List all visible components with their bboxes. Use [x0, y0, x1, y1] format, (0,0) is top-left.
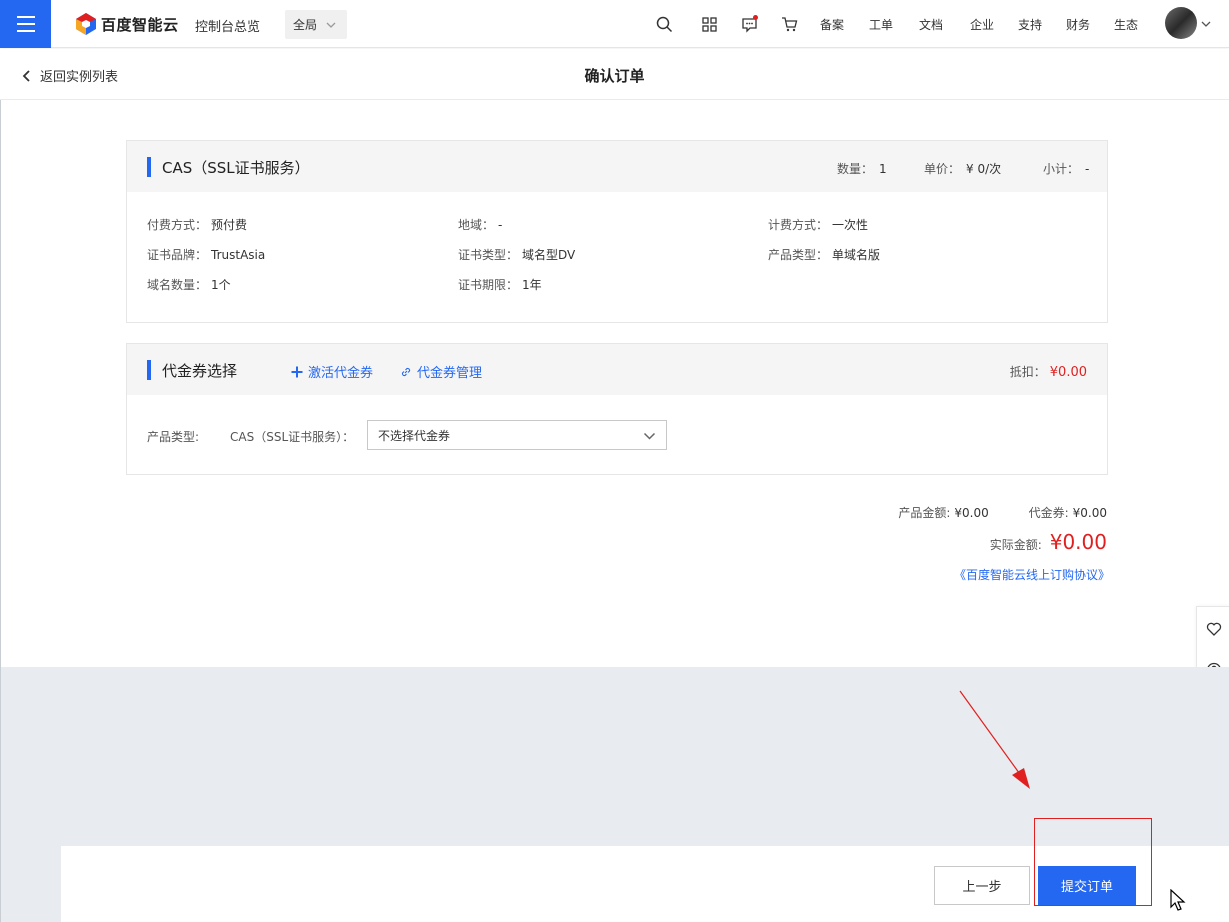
- unit-price-field: 单价： ¥ 0/次: [924, 162, 1002, 176]
- activate-voucher-link[interactable]: 激活代金券: [291, 362, 373, 381]
- hamburger-menu-button[interactable]: [0, 0, 51, 48]
- voucher-select-value: 不选择代金券: [378, 428, 451, 443]
- chevron-down-icon: [643, 432, 656, 440]
- plus-icon: [291, 366, 303, 377]
- brand-logo-icon: [76, 13, 96, 35]
- voucher-select[interactable]: 不选择代金券: [367, 420, 667, 450]
- nav-link-support[interactable]: 支持: [1018, 16, 1042, 33]
- detail-region: 地域： -: [458, 218, 503, 232]
- nav-link-filing[interactable]: 备案: [820, 16, 844, 33]
- nav-link-ecosystem[interactable]: 生态: [1114, 16, 1138, 33]
- top-navbar: 百度智能云 控制台总览 全局 备案 工单 文档 企业 支持 财务 生态: [0, 0, 1229, 48]
- purchase-agreement-link[interactable]: 《百度智能云线上订购协议》: [954, 566, 1110, 583]
- subtotal-value: -: [1085, 162, 1090, 176]
- manage-voucher-link[interactable]: 代金券管理: [400, 362, 482, 381]
- brand-logo[interactable]: 百度智能云: [76, 13, 179, 35]
- quantity-value: 1: [879, 162, 887, 176]
- nav-link-finance[interactable]: 财务: [1066, 16, 1090, 33]
- voucher-card-header: 代金券选择 激活代金券 代金券管理 抵扣： ¥0.00: [127, 344, 1107, 395]
- nav-link-enterprise[interactable]: 企业: [970, 16, 994, 33]
- product-amount-value: ¥0.00: [954, 506, 989, 520]
- previous-step-button[interactable]: 上一步: [934, 866, 1030, 905]
- cart-button[interactable]: [779, 14, 799, 34]
- actual-amount-value: ¥0.00: [1049, 530, 1107, 554]
- page-title: 确认订单: [584, 67, 645, 85]
- region-selector[interactable]: 全局: [285, 10, 347, 39]
- product-order-card: CAS（SSL证书服务） 数量： 1 单价： ¥ 0/次 小计： - 付费方式： 预付费…: [126, 140, 1108, 323]
- chevron-down-icon: [326, 22, 336, 28]
- detail-cert-type: 证书类型： 域名型DV: [458, 248, 576, 262]
- user-avatar[interactable]: [1165, 7, 1197, 39]
- voucher-card: 代金券选择 激活代金券 代金券管理 抵扣： ¥0.00 产品类型: CAS（SSL…: [126, 343, 1108, 475]
- unit-price-value: ¥ 0/次: [966, 162, 1002, 176]
- deduction-value: ¥0.00: [1049, 365, 1087, 380]
- notification-dot: [753, 15, 758, 20]
- voucher-amount-value: ¥0.00: [1072, 506, 1107, 520]
- page-subheader: 返回实例列表 确认订单: [0, 49, 1229, 100]
- amount-breakdown: 产品金额: ¥0.00 代金券: ¥0.00: [898, 506, 1107, 520]
- search-button[interactable]: [654, 14, 674, 34]
- voucher-title: 代金券选择: [162, 362, 238, 380]
- products-grid-button[interactable]: [699, 14, 719, 34]
- nav-link-ticket[interactable]: 工单: [869, 16, 893, 33]
- mouse-cursor-icon: [1170, 889, 1186, 911]
- detail-billing-method: 计费方式： 一次性: [768, 218, 869, 232]
- region-value: 全局: [293, 18, 318, 32]
- console-overview-link[interactable]: 控制台总览: [195, 16, 260, 35]
- grid-icon: [701, 16, 717, 32]
- actual-amount-row: 实际金额: ¥0.00: [989, 530, 1107, 554]
- chevron-down-icon[interactable]: [1200, 18, 1212, 30]
- annotation-highlight-box: [1034, 818, 1152, 906]
- detail-product-type: 产品类型： 单域名版: [768, 248, 881, 262]
- section-accent-bar: [147, 157, 151, 177]
- product-card-header: CAS（SSL证书服务） 数量： 1 单价： ¥ 0/次 小计： -: [127, 141, 1107, 192]
- deduction-field: 抵扣： ¥0.00: [1009, 365, 1087, 380]
- link-icon: [401, 367, 411, 376]
- detail-payment-method: 付费方式： 预付费: [147, 218, 248, 232]
- cart-icon: [781, 16, 797, 31]
- favorite-button[interactable]: [1197, 609, 1229, 648]
- search-icon: [656, 16, 672, 32]
- quantity-field: 数量： 1: [837, 162, 887, 176]
- detail-domain-count: 域名数量： 1个: [147, 278, 231, 292]
- nav-link-docs[interactable]: 文档: [919, 16, 943, 33]
- brand-name: 百度智能云: [101, 15, 179, 34]
- voucher-product-type-label: 产品类型:: [147, 430, 200, 444]
- menu-icon: [16, 16, 35, 18]
- heart-icon: [1206, 622, 1221, 636]
- messages-button[interactable]: [739, 14, 759, 34]
- product-title: CAS（SSL证书服务）: [162, 159, 310, 177]
- subtotal-field: 小计： -: [1043, 162, 1090, 176]
- detail-cert-period: 证书期限： 1年: [458, 278, 542, 292]
- voucher-product-name: CAS（SSL证书服务）：: [230, 430, 355, 444]
- detail-cert-brand: 证书品牌： TrustAsia: [147, 248, 266, 262]
- annotation-arrow-icon: [959, 690, 1030, 789]
- section-accent-bar: [147, 360, 151, 380]
